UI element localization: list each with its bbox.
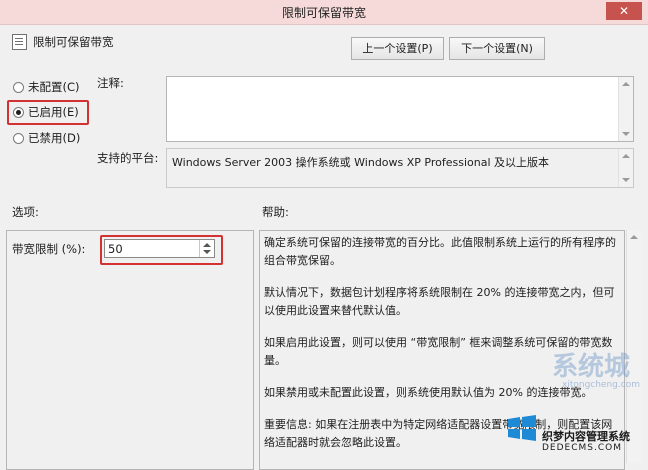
comment-label: 注释: bbox=[97, 76, 124, 90]
supported-platform-label: 支持的平台: bbox=[97, 151, 159, 165]
spin-down-arrow-icon[interactable] bbox=[203, 250, 211, 254]
supported-platform-value: Windows Server 2003 操作系统或 Windows XP Pro… bbox=[172, 156, 550, 169]
radio-not-configured-circle[interactable] bbox=[13, 81, 24, 93]
radio-enabled-circle[interactable] bbox=[13, 106, 24, 118]
supported-platform-box: Windows Server 2003 操作系统或 Windows XP Pro… bbox=[166, 148, 634, 188]
help-paragraph: 如果启用此设置，则可以使用 “带宽限制” 框来调整系统可保留的带宽数量。 bbox=[264, 336, 613, 367]
help-paragraph: 默认情况下，数据包计划程序将系统限制在 20% 的连接带宽之内，但可以使用此设置… bbox=[264, 286, 615, 317]
scroll-up-arrow-icon[interactable] bbox=[622, 82, 630, 86]
comment-textarea[interactable] bbox=[166, 76, 634, 142]
policy-header: 限制可保留带宽 bbox=[12, 34, 114, 50]
help-label: 帮助: bbox=[262, 205, 289, 219]
policy-document-icon bbox=[12, 34, 27, 50]
options-panel bbox=[6, 230, 254, 470]
scroll-down-arrow-icon[interactable] bbox=[622, 178, 630, 182]
radio-disabled-circle[interactable] bbox=[13, 132, 24, 144]
help-paragraph: 确定系统可保留的连接带宽的百分比。此值限制系统上运行的所有程序的组合带宽保留。 bbox=[264, 236, 616, 267]
radio-disabled-label: 已禁用(D) bbox=[28, 131, 81, 145]
bandwidth-limit-label: 带宽限制 (%): bbox=[12, 242, 86, 256]
comment-scrollbar[interactable] bbox=[618, 77, 633, 141]
bandwidth-limit-value[interactable]: 50 bbox=[108, 242, 123, 256]
close-button[interactable]: ✕ bbox=[606, 2, 642, 20]
options-label: 选项: bbox=[12, 205, 39, 219]
radio-not-configured[interactable]: 未配置(C) bbox=[13, 79, 80, 95]
scroll-up-arrow-icon[interactable] bbox=[630, 235, 638, 239]
radio-not-configured-label: 未配置(C) bbox=[28, 80, 80, 94]
help-panel: 确定系统可保留的连接带宽的百分比。此值限制系统上运行的所有程序的组合带宽保留。 … bbox=[259, 230, 625, 470]
platform-scrollbar[interactable] bbox=[618, 149, 633, 187]
help-scrollbar[interactable] bbox=[626, 230, 641, 463]
window-title: 限制可保留带宽 bbox=[281, 6, 366, 20]
next-setting-button[interactable]: 下一个设置(N) bbox=[449, 37, 545, 60]
radio-disabled[interactable]: 已禁用(D) bbox=[13, 130, 80, 146]
spin-buttons[interactable] bbox=[199, 240, 214, 257]
help-paragraph: 重要信息: 如果在注册表中为特定网络适配器设置带宽限制，则配置该网络适配器时就会… bbox=[264, 418, 613, 449]
title-bar: 限制可保留带宽 ✕ bbox=[0, 0, 648, 25]
radio-enabled[interactable]: 已启用(E) bbox=[13, 104, 79, 120]
spin-up-arrow-icon[interactable] bbox=[203, 243, 211, 247]
scroll-up-arrow-icon[interactable] bbox=[622, 154, 630, 158]
help-paragraph: 如果禁用或未配置此设置，则系统使用默认值为 20% 的连接带宽。 bbox=[264, 386, 593, 399]
bandwidth-limit-spinbox[interactable]: 50 bbox=[104, 239, 215, 258]
policy-name: 限制可保留带宽 bbox=[33, 35, 114, 49]
previous-setting-button[interactable]: 上一个设置(P) bbox=[351, 37, 444, 60]
radio-enabled-label: 已启用(E) bbox=[28, 105, 79, 119]
scroll-down-arrow-icon[interactable] bbox=[622, 132, 630, 136]
